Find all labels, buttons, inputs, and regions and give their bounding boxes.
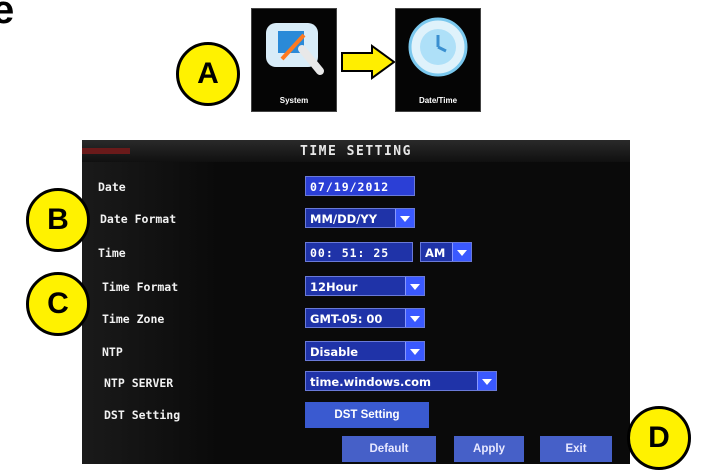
ampm-value: AM [425, 246, 446, 260]
date-label: Date [98, 180, 126, 194]
ntp-label: NTP [102, 345, 123, 359]
clock-icon [408, 17, 468, 77]
exit-button[interactable]: Exit [540, 436, 612, 462]
system-icon [266, 23, 324, 75]
time-field[interactable]: 00: 51: 25 [305, 242, 413, 262]
ntp-value: Disable [310, 345, 359, 359]
apply-button[interactable]: Apply [454, 436, 524, 462]
ntp-server-value: time.windows.com [310, 375, 432, 389]
date-format-value: MM/DD/YY [310, 212, 378, 226]
time-zone-label: Time Zone [102, 312, 165, 326]
callout-c: C [26, 272, 90, 336]
ntp-server-label: NTP SERVER [104, 376, 174, 390]
date-field[interactable]: 07/19/2012 [305, 176, 415, 196]
callout-b: B [26, 188, 90, 252]
default-button[interactable]: Default [342, 436, 436, 462]
time-zone-value: GMT-05: 00 [310, 312, 383, 326]
time-zone-select[interactable]: GMT-05: 00 [305, 308, 425, 328]
time-format-label: Time Format [102, 280, 179, 294]
chevron-down-icon [395, 209, 414, 227]
dst-setting-label: DST Setting [104, 408, 181, 422]
time-label: Time [98, 246, 126, 260]
chevron-down-icon [405, 342, 424, 360]
datetime-tile[interactable]: Date/Time [395, 8, 481, 112]
date-format-label: Date Format [100, 212, 177, 226]
chevron-down-icon [452, 243, 471, 261]
callout-a: A [176, 42, 240, 106]
ntp-server-select[interactable]: time.windows.com [305, 371, 497, 391]
chevron-down-icon [405, 277, 424, 295]
right-arrow-icon [341, 44, 396, 80]
chevron-down-icon [477, 372, 496, 390]
time-format-select[interactable]: 12Hour [305, 276, 425, 296]
system-tile-label: System [279, 96, 309, 105]
date-format-select[interactable]: MM/DD/YY [305, 208, 415, 228]
time-format-value: 12Hour [310, 280, 358, 294]
system-tile[interactable]: System [251, 8, 337, 112]
datetime-tile-label: Date/Time [418, 96, 458, 105]
chevron-down-icon [405, 309, 424, 327]
dst-setting-button[interactable]: DST Setting [305, 402, 429, 428]
screen-title: TIME SETTING [300, 144, 412, 159]
callout-d: D [627, 406, 691, 470]
time-setting-screen: TIME SETTING Date 07/19/2012 Date Format… [82, 140, 630, 464]
ampm-select[interactable]: AM [420, 242, 472, 262]
ntp-select[interactable]: Disable [305, 341, 425, 361]
page-letter-fragment: e [0, 0, 15, 32]
